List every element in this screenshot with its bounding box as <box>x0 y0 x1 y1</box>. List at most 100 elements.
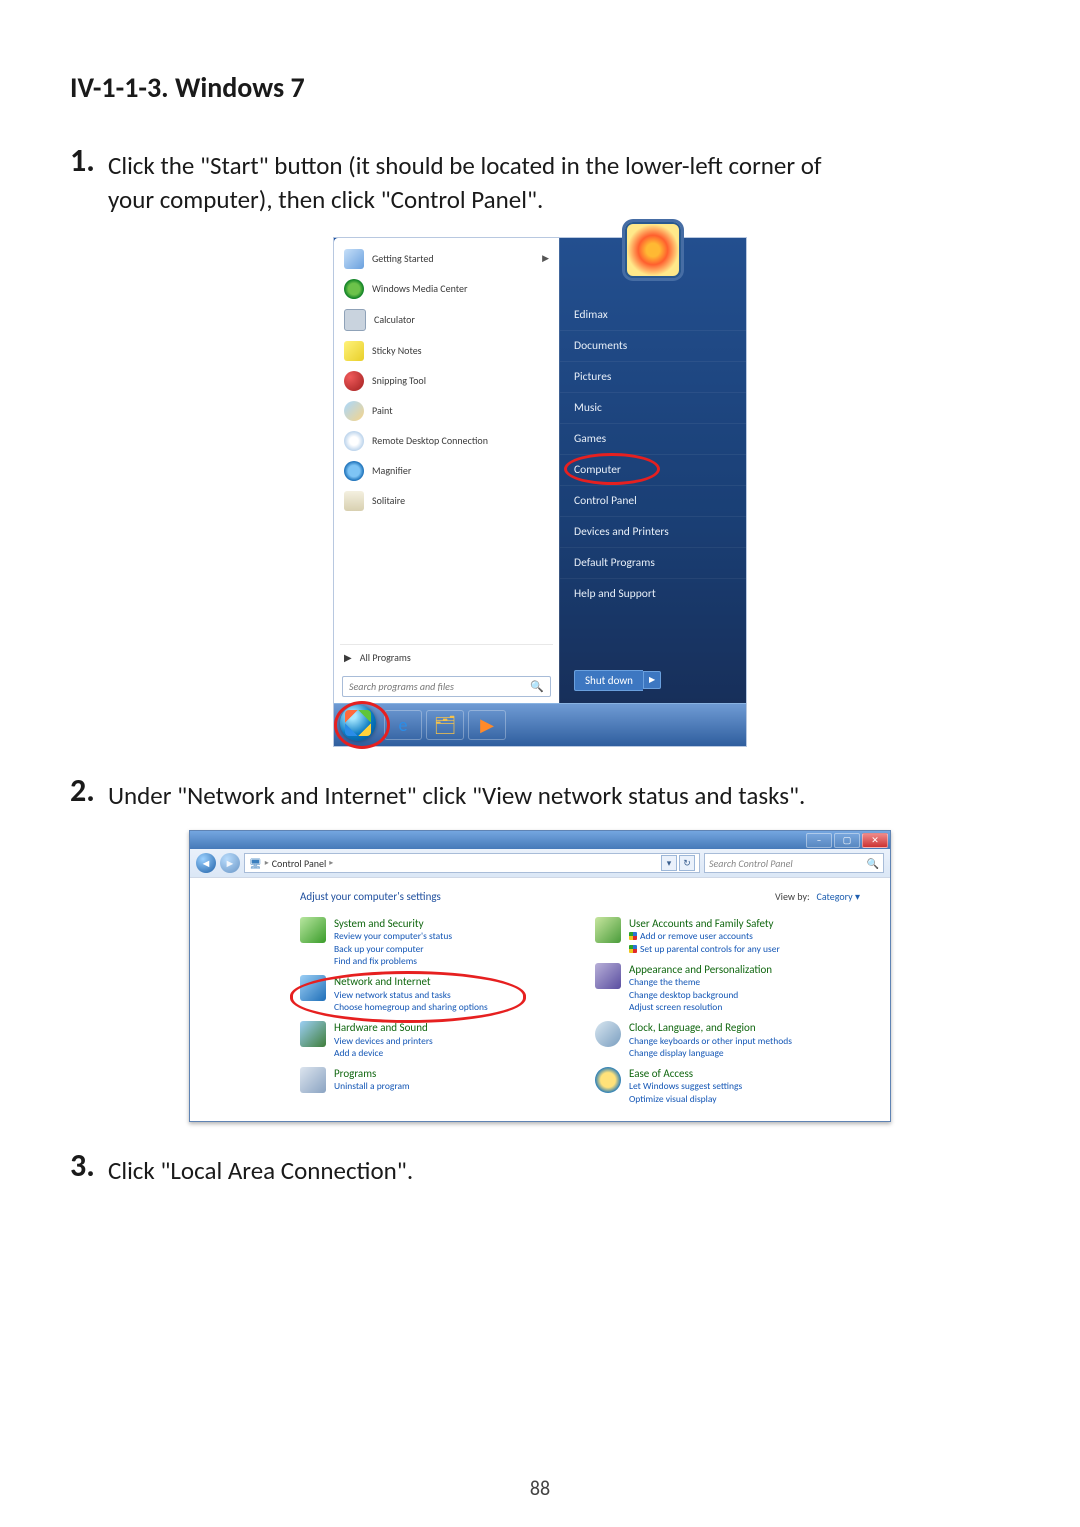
program-icon <box>344 431 364 451</box>
category-heading[interactable]: Hardware and Sound <box>334 1021 428 1034</box>
category-sublink[interactable]: Set up parental controls for any user <box>629 943 780 955</box>
taskbar-explorer-icon[interactable]: 🗂 <box>426 710 464 740</box>
start-menu-right-item-computer[interactable]: Computer <box>560 454 746 485</box>
category-sublink[interactable]: Review your computer's status <box>334 930 452 942</box>
start-menu-program[interactable]: Calculator <box>340 304 553 336</box>
program-label: Snipping Tool <box>372 374 426 387</box>
refresh-icon[interactable]: ↻ <box>679 855 695 871</box>
start-menu-program[interactable]: Paint <box>340 396 553 426</box>
step-text-cont: your computer), then click "Control Pane… <box>108 183 1010 217</box>
control-panel-right-column: User Accounts and Family Safety Add or r… <box>595 917 860 1105</box>
program-icon <box>344 249 364 269</box>
category-icon <box>300 1021 326 1047</box>
category-ease-of-access[interactable]: Ease of Access Let Windows suggest setti… <box>595 1067 860 1105</box>
start-menu-right-item[interactable]: Default Programs <box>560 547 746 578</box>
category-network-internet[interactable]: Network and Internet View network status… <box>300 975 565 1013</box>
category-heading[interactable]: User Accounts and Family Safety <box>629 917 774 930</box>
start-menu-program[interactable]: Magnifier <box>340 456 553 486</box>
taskbar-ie-icon[interactable]: e <box>384 710 422 740</box>
category-sublink[interactable]: Back up your computer <box>334 943 452 955</box>
start-menu-program[interactable]: Snipping Tool <box>340 366 553 396</box>
all-programs[interactable]: ▶ All Programs <box>340 644 553 676</box>
step-number: 2. <box>70 775 98 807</box>
category-hardware-sound[interactable]: Hardware and Sound View devices and prin… <box>300 1021 565 1059</box>
category-sublink[interactable]: Change desktop background <box>629 989 772 1001</box>
start-menu-right-item[interactable]: Documents <box>560 330 746 361</box>
address-toolbar: ◄ ► 🖥 ▸ Control Panel ▸ ▾ ↻ Search Contr… <box>190 849 890 878</box>
category-heading[interactable]: Programs <box>334 1067 376 1080</box>
start-menu-user-name[interactable]: Edimax <box>560 300 746 330</box>
search-placeholder: Search programs and files <box>349 680 454 693</box>
start-menu-program[interactable]: Sticky Notes <box>340 336 553 366</box>
start-menu-right-item[interactable]: Control Panel <box>560 485 746 516</box>
start-menu-right-item[interactable]: Pictures <box>560 361 746 392</box>
category-heading[interactable]: Clock, Language, and Region <box>629 1021 756 1034</box>
category-icon <box>300 1067 326 1093</box>
step-number: 1. <box>70 145 98 177</box>
start-menu-program[interactable]: Remote Desktop Connection <box>340 426 553 456</box>
start-menu-program[interactable]: Windows Media Center <box>340 274 553 304</box>
category-sublink[interactable]: Optimize visual display <box>629 1093 742 1105</box>
category-user-accounts[interactable]: User Accounts and Family Safety Add or r… <box>595 917 860 955</box>
control-panel-search-input[interactable]: Search Control Panel 🔍 <box>704 853 884 873</box>
start-menu-right-item[interactable]: Devices and Printers <box>560 516 746 547</box>
category-sublink[interactable]: Change the theme <box>629 976 772 988</box>
screenshot-start-menu: Getting Started ▶ Windows Media Center C… <box>333 237 747 747</box>
window-close-button[interactable]: ✕ <box>862 833 888 848</box>
start-menu-program[interactable]: Solitaire <box>340 486 553 516</box>
category-sublink[interactable]: Adjust screen resolution <box>629 1001 772 1013</box>
program-label: Solitaire <box>372 494 405 507</box>
taskbar-wmp-icon[interactable]: ▶ <box>468 710 506 740</box>
category-icon <box>595 1021 621 1047</box>
start-menu-program[interactable]: Getting Started ▶ <box>340 244 553 274</box>
category-appearance[interactable]: Appearance and Personalization Change th… <box>595 963 860 1013</box>
category-sublink[interactable]: Add a device <box>334 1047 433 1059</box>
search-icon: 🔍 <box>867 857 879 870</box>
shutdown-label: Shut down <box>574 670 643 691</box>
start-button[interactable] <box>340 705 376 741</box>
category-sublink[interactable]: View network status and tasks <box>334 989 488 1001</box>
category-clock-language[interactable]: Clock, Language, and Region Change keybo… <box>595 1021 860 1059</box>
view-by-dropdown[interactable]: Category ▾ <box>816 890 860 903</box>
shutdown-options-arrow-icon[interactable]: ▶ <box>643 671 661 689</box>
category-sublink[interactable]: Change keyboards or other input methods <box>629 1035 792 1047</box>
category-sublink[interactable]: Let Windows suggest settings <box>629 1080 742 1092</box>
category-sublink[interactable]: Change display language <box>629 1047 792 1059</box>
start-menu-search-input[interactable]: Search programs and files 🔍 <box>342 676 551 697</box>
category-sublink[interactable]: Uninstall a program <box>334 1080 410 1092</box>
window-minimize-button[interactable]: – <box>806 833 832 848</box>
program-label: Paint <box>372 404 393 417</box>
start-menu-right-item[interactable]: Games <box>560 423 746 454</box>
program-icon <box>344 279 364 299</box>
category-sublink[interactable]: Choose homegroup and sharing options <box>334 1001 488 1013</box>
nav-back-button[interactable]: ◄ <box>196 853 216 873</box>
program-label: Sticky Notes <box>372 344 422 357</box>
category-heading[interactable]: Appearance and Personalization <box>629 963 772 976</box>
program-label: Remote Desktop Connection <box>372 434 488 447</box>
program-icon <box>344 401 364 421</box>
control-panel-left-column: System and Security Review your computer… <box>300 917 565 1105</box>
category-heading[interactable]: Ease of Access <box>629 1067 693 1080</box>
step-text: Click "Local Area Connection". <box>108 1150 413 1188</box>
category-icon <box>300 917 326 943</box>
category-icon <box>595 963 621 989</box>
category-system-security[interactable]: System and Security Review your computer… <box>300 917 565 967</box>
user-avatar[interactable] <box>625 222 681 278</box>
breadcrumb-item[interactable]: Control Panel <box>272 857 327 870</box>
shutdown-button[interactable]: Shut down ▶ <box>574 670 661 691</box>
submenu-arrow-icon: ▶ <box>344 651 352 664</box>
category-heading[interactable]: Network and Internet <box>334 975 431 988</box>
category-sublink[interactable]: Add or remove user accounts <box>629 930 780 942</box>
category-sublink[interactable]: View devices and printers <box>334 1035 433 1047</box>
address-dropdown-icon[interactable]: ▾ <box>661 855 677 871</box>
window-maximize-button[interactable]: ▢ <box>834 833 860 848</box>
category-programs[interactable]: Programs Uninstall a program <box>300 1067 565 1093</box>
step-text: Click the "Start" button (it should be l… <box>108 145 822 183</box>
start-menu-right-item[interactable]: Music <box>560 392 746 423</box>
start-menu-right-item[interactable]: Help and Support <box>560 578 746 609</box>
breadcrumb-bar[interactable]: 🖥 ▸ Control Panel ▸ ▾ ↻ <box>244 853 700 873</box>
category-sublink[interactable]: Find and fix problems <box>334 955 452 967</box>
breadcrumb-separator-icon: ▸ <box>265 858 269 868</box>
category-heading[interactable]: System and Security <box>334 917 424 930</box>
nav-forward-button[interactable]: ► <box>220 853 240 873</box>
